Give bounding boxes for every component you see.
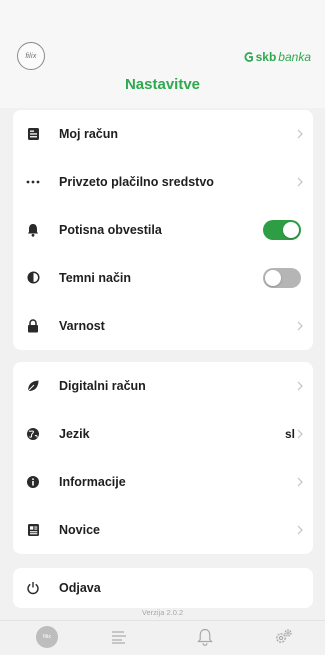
menu-item-novice[interactable]: Novice xyxy=(13,506,313,553)
menu-item-moj-racun[interactable]: Moj račun xyxy=(13,110,313,157)
menu-item-informacije[interactable]: Informacije xyxy=(13,458,313,505)
menu-item-label: Novice xyxy=(59,522,100,537)
brand-glyph-icon xyxy=(244,52,253,62)
globe-icon xyxy=(25,426,41,442)
menu-item-label: Informacije xyxy=(59,474,126,489)
settings-section-2: Digitalni račun Jezik sl Informacije Nov… xyxy=(13,362,313,554)
tab-transactions[interactable] xyxy=(105,625,133,649)
news-icon xyxy=(25,522,41,538)
info-icon xyxy=(25,474,41,490)
menu-item-label: Odjava xyxy=(59,581,101,595)
brand-sub: banka xyxy=(278,50,311,64)
account-document-icon xyxy=(25,126,41,142)
brand-main: skb xyxy=(255,50,277,64)
tab-home[interactable]: ﬁlix xyxy=(33,625,61,649)
more-dots-icon xyxy=(25,174,41,190)
dark-mode-toggle[interactable] xyxy=(263,267,301,288)
bell-icon xyxy=(25,222,41,238)
tab-settings[interactable] xyxy=(270,625,298,649)
toggle-knob xyxy=(283,221,299,238)
lock-icon xyxy=(25,318,41,334)
menu-item-label: Varnost xyxy=(59,318,105,333)
contrast-icon xyxy=(25,270,41,286)
leaf-icon xyxy=(25,378,41,394)
settings-section-3: Odjava xyxy=(13,568,313,608)
header: ﬁlix skb banka Nastavitve xyxy=(0,0,325,108)
menu-item-varnost[interactable]: Varnost xyxy=(13,302,313,349)
chevron-right-icon xyxy=(297,525,303,534)
chevron-right-icon xyxy=(297,477,303,486)
app-version: Verzija 2.0.2 xyxy=(141,608,184,617)
language-value: sl xyxy=(284,426,295,441)
menu-item-potisna-obvestila: Potisna obvestila xyxy=(13,206,313,253)
chevron-right-icon xyxy=(297,381,303,390)
settings-section-1: Moj račun Privzeto plačilno sredstvo Pot… xyxy=(13,110,313,350)
menu-item-digitalni-racun[interactable]: Digitalni račun xyxy=(13,362,313,409)
gears-icon xyxy=(276,629,292,643)
menu-item-label: Privzeto plačilno sredstvo xyxy=(59,174,214,189)
bell-outline-icon xyxy=(197,628,213,646)
app-logo: ﬁlix xyxy=(17,42,45,70)
toggle-knob xyxy=(265,269,281,286)
brand-logo: skb banka xyxy=(244,50,311,64)
logout-button[interactable]: Odjava xyxy=(13,568,313,608)
power-icon xyxy=(25,580,41,596)
push-notifications-toggle[interactable] xyxy=(263,219,301,240)
home-logo-icon: ﬁlix xyxy=(36,626,58,648)
chevron-right-icon xyxy=(297,177,303,186)
chevron-right-icon xyxy=(297,429,303,438)
chevron-right-icon xyxy=(297,129,303,138)
menu-item-label: Jezik xyxy=(59,426,90,441)
menu-item-temni-nacin: Temni način xyxy=(13,254,313,301)
menu-item-label: Moj račun xyxy=(59,126,119,141)
chevron-right-icon xyxy=(297,321,303,330)
menu-item-label: Potisna obvestila xyxy=(59,222,162,237)
menu-item-label: Temni način xyxy=(59,270,132,285)
menu-item-privzeto-placilno-sredstvo[interactable]: Privzeto plačilno sredstvo xyxy=(13,158,313,205)
tab-notifications[interactable] xyxy=(191,625,219,649)
page-title: Nastavitve xyxy=(124,76,201,93)
list-icon xyxy=(112,631,126,644)
menu-item-label: Digitalni račun xyxy=(59,378,146,393)
menu-item-jezik[interactable]: Jezik sl xyxy=(13,410,313,457)
bottom-tab-bar: ﬁlix xyxy=(0,620,325,655)
